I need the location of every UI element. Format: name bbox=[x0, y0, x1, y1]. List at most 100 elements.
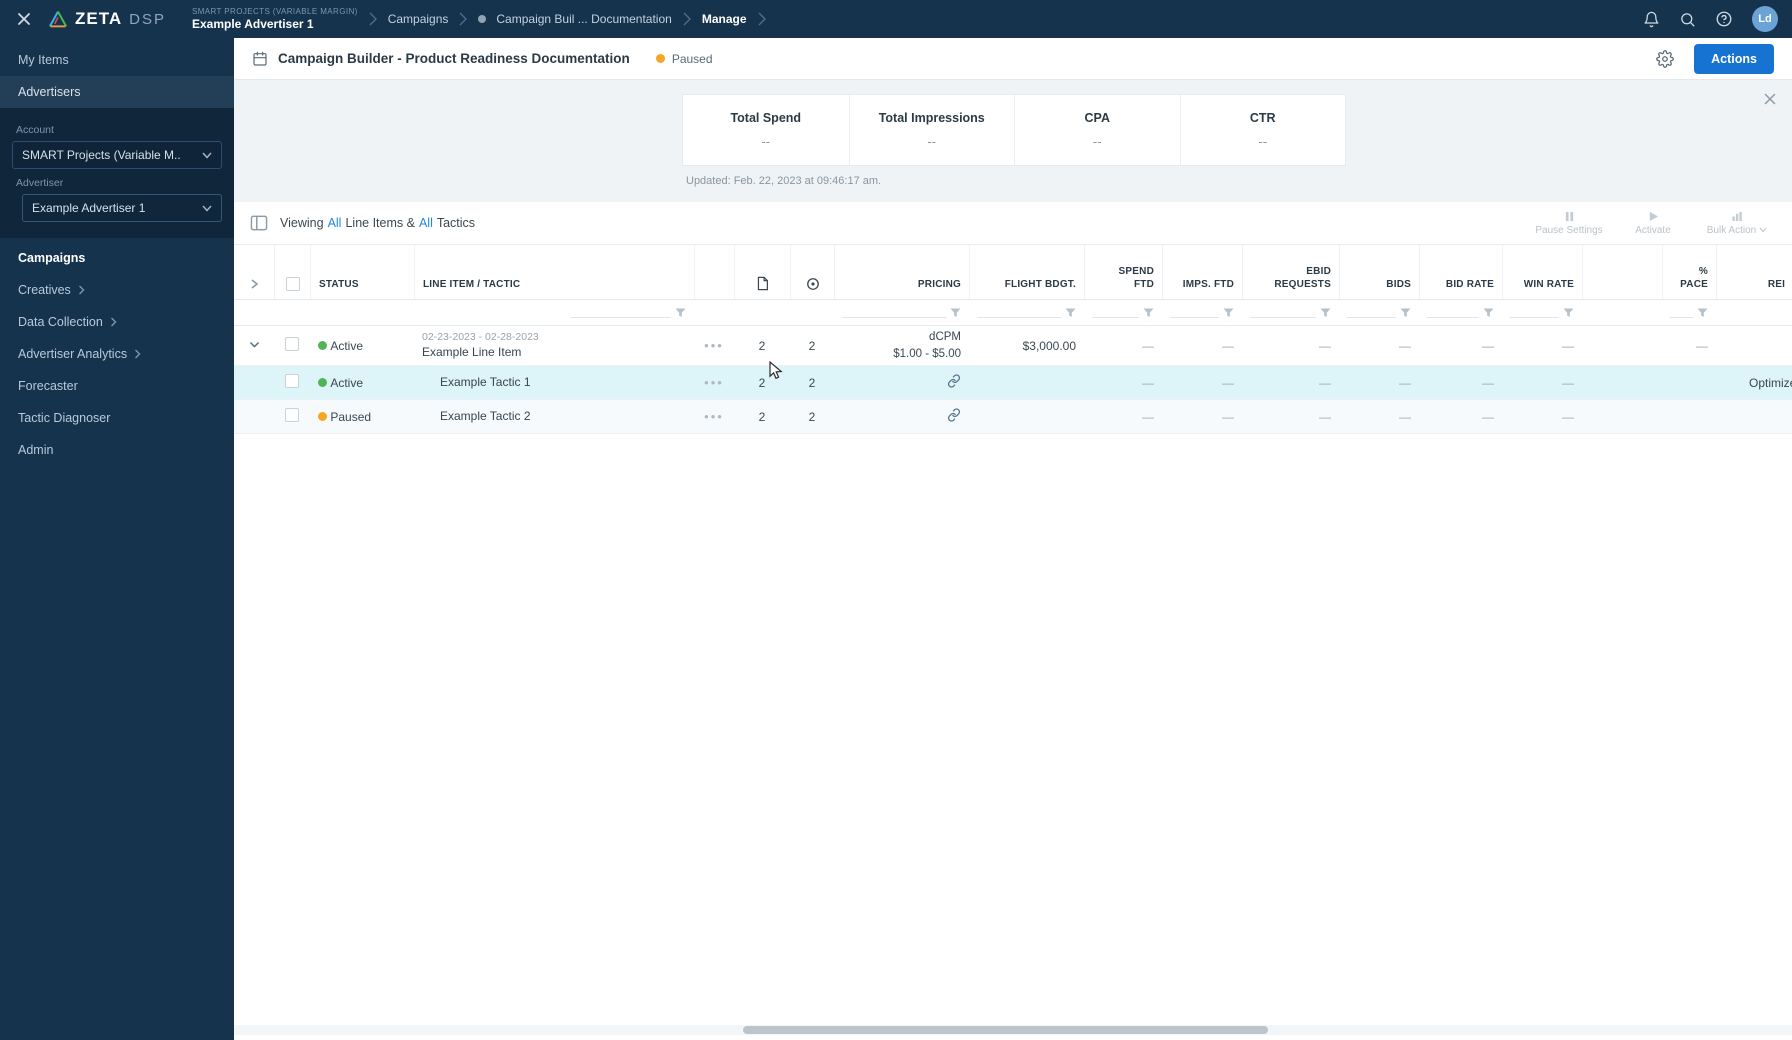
select-all-checkbox[interactable] bbox=[285, 277, 300, 291]
tactic-cell[interactable]: Example Tactic 2 bbox=[414, 408, 694, 425]
account-select[interactable]: SMART Projects (Variable M.. bbox=[12, 141, 222, 169]
imps-ftd-cell: — bbox=[1222, 375, 1234, 390]
actions-button[interactable]: Actions bbox=[1694, 43, 1774, 74]
table-row-tactic-1[interactable]: Active Example Tactic 1 ••• 2 2 — — — — … bbox=[234, 366, 1792, 400]
row-menu[interactable]: ••• bbox=[694, 338, 734, 353]
targets-count[interactable]: 2 bbox=[790, 410, 834, 424]
breadcrumb-campaign[interactable]: Campaign Buil ... Documentation bbox=[496, 12, 671, 26]
imps-ftd-cell: — bbox=[1222, 338, 1234, 353]
stat-label: CTR bbox=[1249, 111, 1276, 125]
advertiser-select[interactable]: Example Advertiser 1 bbox=[22, 194, 222, 222]
pause-settings-button[interactable]: Pause Settings bbox=[1530, 211, 1608, 236]
column-header-ebid-requests[interactable]: EBID REQUESTS bbox=[1242, 245, 1339, 299]
sidebar-item-campaigns[interactable]: Campaigns bbox=[0, 242, 234, 274]
row-menu[interactable]: ••• bbox=[694, 409, 734, 424]
targets-count[interactable]: 2 bbox=[790, 376, 834, 390]
column-header-spend-ftd[interactable]: SPEND FTD bbox=[1084, 245, 1162, 299]
chevron-down-icon bbox=[1759, 227, 1767, 233]
filter-bids[interactable] bbox=[1339, 308, 1419, 318]
filter-flight-budget[interactable] bbox=[969, 308, 1084, 318]
close-icon[interactable] bbox=[14, 9, 34, 29]
collapse-row-toggle[interactable] bbox=[234, 338, 274, 354]
stat-total-spend: Total Spend -- bbox=[683, 95, 849, 165]
pricing-cell[interactable] bbox=[834, 374, 969, 391]
chevron-down-icon bbox=[202, 152, 212, 159]
row-checkbox[interactable] bbox=[285, 408, 299, 422]
sidebar-item-creatives[interactable]: Creatives bbox=[0, 274, 234, 306]
filter-bid-rate[interactable] bbox=[1419, 308, 1502, 318]
sidebar-item-forecaster[interactable]: Forecaster bbox=[0, 370, 234, 402]
column-header-flight-budget[interactable]: FLIGHT BDGT. bbox=[969, 245, 1084, 299]
filter-funnel-icon bbox=[1400, 308, 1411, 317]
imps-ftd-cell: — bbox=[1222, 409, 1234, 424]
row-checkbox[interactable] bbox=[285, 374, 299, 388]
column-header-bids[interactable]: BIDS bbox=[1339, 245, 1419, 299]
filter-funnel-icon bbox=[675, 308, 686, 317]
page-header: Campaign Builder - Product Readiness Doc… bbox=[234, 38, 1792, 80]
column-header-imps-ftd[interactable]: IMPS. FTD bbox=[1162, 245, 1242, 299]
zeta-dsp-logo[interactable]: ZETA DSP bbox=[48, 9, 166, 29]
filter-ebid-requests[interactable] bbox=[1242, 308, 1339, 318]
line-item-cell[interactable]: 02-23-2023 - 02-28-2023 Example Line Ite… bbox=[414, 330, 694, 361]
sidebar-item-data-collection[interactable]: Data Collection bbox=[0, 306, 234, 338]
table-row-line-item[interactable]: Active 02-23-2023 - 02-28-2023 Example L… bbox=[234, 326, 1792, 366]
column-header-status[interactable]: STATUS bbox=[310, 245, 414, 299]
horizontal-scrollbar[interactable] bbox=[234, 1025, 1792, 1035]
filter-imps-ftd[interactable] bbox=[1162, 308, 1242, 318]
chevron-down-icon bbox=[202, 205, 212, 212]
all-tactics-link[interactable]: All bbox=[419, 216, 433, 230]
column-header-pace[interactable]: % PACE bbox=[1662, 245, 1716, 299]
creatives-count[interactable]: 2 bbox=[734, 339, 790, 353]
pricing-cell[interactable] bbox=[834, 408, 969, 425]
scrollbar-thumb[interactable] bbox=[743, 1026, 1268, 1034]
expand-all-toggle[interactable] bbox=[234, 245, 274, 299]
filter-pace[interactable] bbox=[1662, 308, 1716, 318]
bulk-action-button[interactable]: Bulk Action bbox=[1698, 211, 1776, 236]
filter-spend-ftd[interactable] bbox=[1084, 308, 1162, 318]
creatives-count[interactable]: 2 bbox=[734, 376, 790, 390]
all-line-items-link[interactable]: All bbox=[328, 216, 342, 230]
breadcrumb-manage[interactable]: Manage bbox=[702, 12, 747, 26]
filter-funnel-icon bbox=[1697, 308, 1708, 317]
column-header-pricing[interactable]: PRICING bbox=[834, 245, 969, 299]
sidebar-item-advertisers[interactable]: Advertisers bbox=[0, 76, 234, 108]
sidebar-item-admin[interactable]: Admin bbox=[0, 434, 234, 466]
row-menu[interactable]: ••• bbox=[694, 375, 734, 390]
user-avatar[interactable]: Ld bbox=[1752, 6, 1778, 32]
tactic-cell[interactable]: Example Tactic 1 bbox=[414, 374, 694, 391]
activate-button[interactable]: Activate bbox=[1614, 211, 1692, 236]
viewing-summary: Viewing All Line Items & All Tactics bbox=[280, 216, 475, 230]
column-header-creatives[interactable] bbox=[734, 245, 790, 299]
sidebar-item-my-items[interactable]: My Items bbox=[0, 44, 234, 76]
columns-icon[interactable] bbox=[250, 215, 268, 231]
row-checkbox[interactable] bbox=[285, 337, 299, 351]
campaign-status-dot bbox=[478, 14, 487, 23]
stat-label: Total Spend bbox=[730, 111, 802, 125]
filter-win-rate[interactable] bbox=[1502, 308, 1582, 318]
rei-cell: Optimized bbox=[1748, 375, 1792, 390]
filter-pricing[interactable] bbox=[834, 308, 969, 318]
pace-cell: — bbox=[1696, 338, 1708, 353]
creatives-count[interactable]: 2 bbox=[734, 410, 790, 424]
column-header-win-rate[interactable]: WIN RATE bbox=[1502, 245, 1582, 299]
column-header-line-item[interactable]: LINE ITEM / TACTIC bbox=[414, 245, 694, 299]
column-header-rei[interactable]: REI bbox=[1716, 245, 1792, 299]
filter-funnel-icon bbox=[950, 308, 961, 317]
filter-line-item[interactable] bbox=[414, 308, 694, 318]
target-icon bbox=[806, 278, 819, 290]
sidebar-item-advertiser-analytics[interactable]: Advertiser Analytics bbox=[0, 338, 234, 370]
breadcrumb-advertiser[interactable]: SMART PROJECTS (VARIABLE MARGIN) Example… bbox=[192, 7, 358, 31]
notifications-bell-icon[interactable] bbox=[1643, 11, 1660, 28]
account-label: Account bbox=[16, 124, 54, 136]
breadcrumb-campaigns[interactable]: Campaigns bbox=[388, 12, 449, 26]
sidebar-item-tactic-diagnoser[interactable]: Tactic Diagnoser bbox=[0, 402, 234, 434]
targets-count[interactable]: 2 bbox=[790, 339, 834, 353]
search-icon[interactable] bbox=[1679, 11, 1696, 28]
gear-icon[interactable] bbox=[1656, 49, 1674, 68]
column-header-bid-rate[interactable]: BID RATE bbox=[1419, 245, 1502, 299]
stats-close-icon[interactable] bbox=[1764, 92, 1776, 110]
column-header-targets[interactable] bbox=[790, 245, 834, 299]
table-row-tactic-2[interactable]: Paused Example Tactic 2 ••• 2 2 — — — — … bbox=[234, 400, 1792, 434]
link-icon bbox=[947, 374, 961, 388]
help-icon[interactable] bbox=[1715, 10, 1733, 28]
